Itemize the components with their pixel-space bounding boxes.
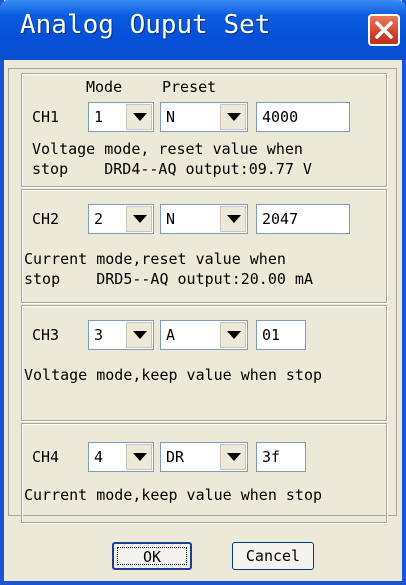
value-input[interactable]: 2047 [256,204,350,234]
channel-label: CH1 [32,108,60,126]
preset-header: Preset [162,78,217,96]
dropdown-button[interactable] [220,206,246,232]
chevron-down-icon [227,331,241,339]
preset-select[interactable]: N [160,204,248,234]
cancel-button[interactable]: Cancel [232,542,314,570]
channel-group-2: CH2 2 N 2047 Current mode,reset value wh… [21,189,387,303]
mode-value: 4 [94,448,104,466]
dropdown-button[interactable] [220,444,246,470]
preset-value: N [166,210,176,228]
channel-label: CH3 [32,326,60,344]
channel-group-1: Mode Preset CH1 1 N 4000 Voltage mode, r… [21,73,387,187]
dropdown-button[interactable] [220,104,246,130]
value-input[interactable]: 01 [256,320,306,350]
channel-description: Voltage mode,keep value when stop [24,366,323,384]
window-title: Analog Ouput Set [20,10,271,40]
chevron-down-icon [227,215,241,223]
mode-value: 2 [94,210,104,228]
dropdown-button[interactable] [126,444,152,470]
mode-select[interactable]: 4 [88,442,154,472]
channel-description: Current mode,keep value when stop [24,486,323,504]
channel-output: stop DRD5--AQ output:20.00 mA [24,270,313,288]
channels-frame: Mode Preset CH1 1 N 4000 Voltage mode, r… [8,68,397,523]
chevron-down-icon [133,453,147,461]
preset-select[interactable]: N [160,102,248,132]
channel-description: Voltage mode, reset value when [32,140,303,158]
mode-value: 1 [94,108,104,126]
chevron-down-icon [133,113,147,121]
channel-description: Current mode,reset value when [24,250,286,268]
channel-group-4: CH4 4 DR 3f Current mode,keep value when… [21,423,387,523]
mode-select[interactable]: 1 [88,102,154,132]
channel-output: stop DRD4--AQ output:09.77 V [32,160,312,178]
preset-value: DR [166,448,185,466]
dropdown-button[interactable] [126,322,152,348]
dialog-body: Mode Preset CH1 1 N 4000 Voltage mode, r… [4,60,402,581]
value-text: 3f [262,448,281,466]
chevron-down-icon [133,331,147,339]
chevron-down-icon [227,453,241,461]
channel-label: CH4 [32,448,60,466]
channel-label: CH2 [32,210,60,228]
dropdown-button[interactable] [126,206,152,232]
value-text: 4000 [262,108,299,126]
value-input[interactable]: 3f [256,442,306,472]
value-text: 2047 [262,210,299,228]
mode-header: Mode [86,78,123,96]
dropdown-button[interactable] [220,322,246,348]
preset-value: A [166,326,176,344]
ok-button[interactable]: OK [112,542,192,570]
preset-select[interactable]: A [160,320,248,350]
preset-value: N [166,108,176,126]
mode-value: 3 [94,326,104,344]
focus-outline [117,547,187,565]
value-text: 01 [262,326,281,344]
cancel-label: Cancel [245,547,301,565]
title-bar[interactable]: Analog Ouput Set [0,0,406,60]
chevron-down-icon [133,215,147,223]
value-input[interactable]: 4000 [256,102,350,132]
mode-select[interactable]: 3 [88,320,154,350]
dropdown-button[interactable] [126,104,152,130]
close-icon [375,21,393,39]
preset-select[interactable]: DR [160,442,248,472]
channel-group-3: CH3 3 A 01 Voltage mode,keep value when … [21,305,387,421]
close-button[interactable] [368,14,400,46]
analog-output-dialog: Analog Ouput Set Mode Preset CH1 1 N 400… [0,0,406,585]
chevron-down-icon [227,113,241,121]
mode-select[interactable]: 2 [88,204,154,234]
